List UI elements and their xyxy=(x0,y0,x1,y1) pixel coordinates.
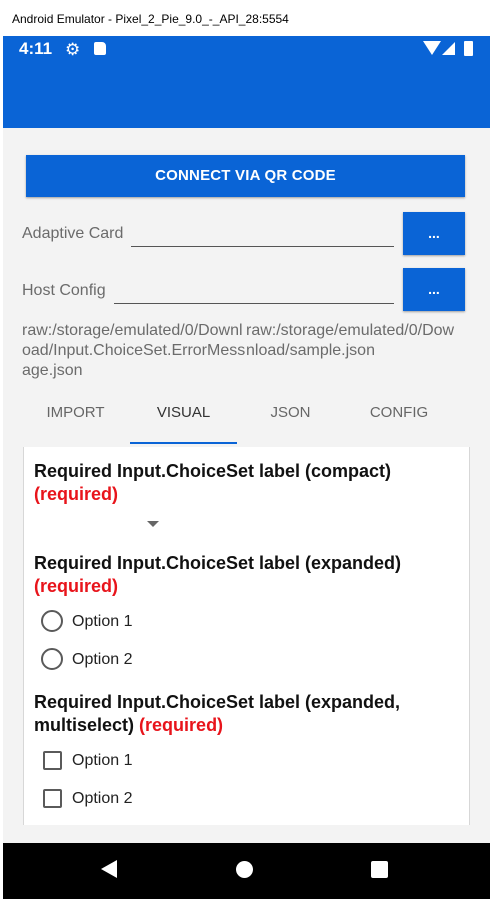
tab-import[interactable]: IMPORT xyxy=(22,395,129,443)
active-tab-indicator xyxy=(130,442,237,444)
choiceset-multiselect-label: Required Input.ChoiceSet label (expanded… xyxy=(34,691,400,737)
checkbox-option-1-label: Option 1 xyxy=(72,752,133,769)
host-config-input[interactable] xyxy=(114,303,394,304)
app-bar xyxy=(3,61,490,128)
recents-icon[interactable] xyxy=(371,861,388,878)
radio-option-2[interactable] xyxy=(41,648,63,670)
tab-json[interactable]: JSON xyxy=(237,395,344,443)
tab-visual[interactable]: VISUAL xyxy=(130,395,237,443)
choiceset-expanded-title: Required Input.ChoiceSet label (expanded… xyxy=(34,553,402,573)
choiceset-expanded-label: Required Input.ChoiceSet label (expanded… xyxy=(34,552,401,598)
signal-icon xyxy=(442,42,455,55)
settings-gear-icon: ⚙ xyxy=(65,40,81,59)
wifi-icon xyxy=(423,41,441,55)
choiceset-compact-title: Required Input.ChoiceSet label (compact) xyxy=(34,461,392,481)
radio-option-1[interactable] xyxy=(41,610,63,632)
required-marker: (required) xyxy=(34,484,119,504)
adaptive-card-label: Adaptive Card xyxy=(22,225,124,242)
sd-card-icon xyxy=(94,42,106,55)
checkbox-option-1[interactable] xyxy=(43,751,62,770)
window-title: Android Emulator - Pixel_2_Pie_9.0_-_API… xyxy=(12,12,289,26)
host-config-path: raw:/storage/emulated/0/Download/sample.… xyxy=(246,322,455,359)
radio-option-1-label: Option 1 xyxy=(72,613,133,630)
host-config-label: Host Config xyxy=(22,282,106,299)
choiceset-compact-label: Required Input.ChoiceSet label (compact)… xyxy=(34,460,391,506)
required-marker: (required) xyxy=(139,715,224,735)
home-icon[interactable] xyxy=(236,861,253,878)
choiceset-multiselect-title-2: multiselect) xyxy=(34,715,135,735)
connect-qr-button[interactable]: CONNECT VIA QR CODE xyxy=(26,155,465,197)
checkbox-option-2-label: Option 2 xyxy=(72,790,133,807)
window-titlebar: Android Emulator - Pixel_2_Pie_9.0_-_API… xyxy=(0,0,493,36)
back-icon[interactable] xyxy=(101,860,117,878)
host-config-browse-button[interactable]: ... xyxy=(403,268,465,311)
adaptive-card-path: raw:/storage/emulated/0/Download/Input.C… xyxy=(22,322,246,379)
adaptive-card-browse-button[interactable]: ... xyxy=(403,212,465,255)
battery-icon xyxy=(464,41,473,56)
status-bar: 4:11 ⚙ xyxy=(3,36,490,61)
dropdown-caret-icon[interactable] xyxy=(147,521,159,527)
required-marker: (required) xyxy=(34,576,119,596)
adaptive-card-input[interactable] xyxy=(131,246,394,247)
choiceset-multiselect-title-1: Required Input.ChoiceSet label (expanded… xyxy=(34,692,401,712)
clock: 4:11 xyxy=(19,39,53,58)
tab-config[interactable]: CONFIG xyxy=(345,395,453,443)
emulator-window: Android Emulator - Pixel_2_Pie_9.0_-_API… xyxy=(0,0,493,901)
checkbox-option-2[interactable] xyxy=(43,789,62,808)
radio-option-2-label: Option 2 xyxy=(72,651,133,668)
